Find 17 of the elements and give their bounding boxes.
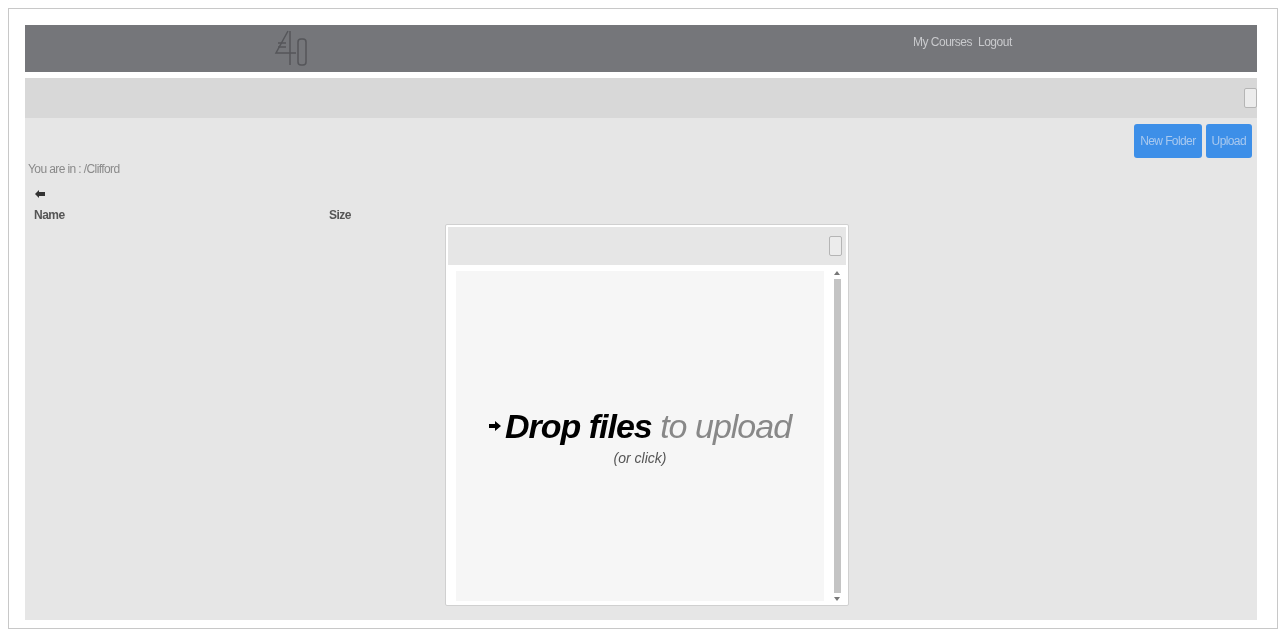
nav-link[interactable]: My Courses <box>913 35 972 49</box>
arrow-icon <box>488 421 501 431</box>
new-folder-button[interactable]: New Folder <box>1134 124 1202 158</box>
upload-button[interactable]: Upload <box>1205 124 1252 158</box>
scroll-up-icon[interactable] <box>834 271 840 275</box>
column-header: Name <box>34 208 66 222</box>
drop-text: Drop files to upload <box>504 406 792 446</box>
drop-zone[interactable]: Drop files to upload (or click) <box>456 271 824 601</box>
back-arrow-icon[interactable] <box>35 190 45 198</box>
column-header: Size <box>329 208 352 222</box>
click-hint: (or click) <box>613 449 667 466</box>
nav-link[interactable]: Logout <box>978 35 1012 49</box>
toggle-box[interactable] <box>1244 88 1257 108</box>
scrollbar[interactable] <box>832 271 842 601</box>
scroll-down-icon[interactable] <box>834 597 840 601</box>
breadcrumb: You are in : /Clifford <box>28 162 121 176</box>
dialog-toggle-box[interactable] <box>829 236 842 256</box>
